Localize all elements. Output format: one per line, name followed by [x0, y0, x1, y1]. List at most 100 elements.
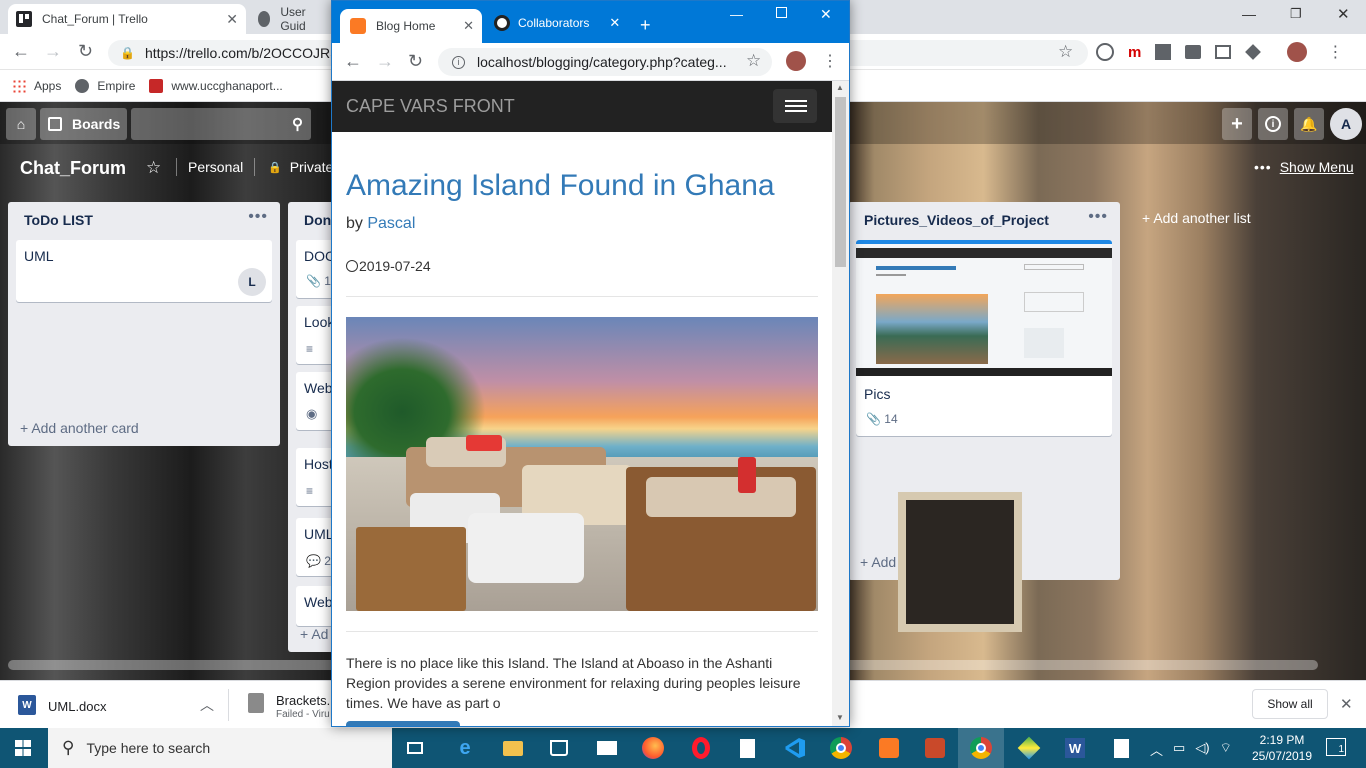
xampp-button[interactable] [866, 728, 912, 768]
post-title[interactable]: Amazing Island Found in Ghana [346, 169, 775, 203]
scroll-down-arrow-icon[interactable]: ▼ [836, 713, 844, 722]
close-tab-icon[interactable]: ✕ [609, 15, 620, 31]
reload-icon[interactable]: ↻ [78, 41, 93, 62]
comment-badge: 💬 2 [306, 554, 331, 568]
extension-icon[interactable] [1155, 44, 1172, 60]
list-menu-icon[interactable]: ••• [248, 208, 268, 226]
tab-user-guide[interactable]: User Guid [250, 4, 330, 34]
list-title[interactable]: Pictures_Videos_of_Project [864, 212, 1049, 228]
member-avatar[interactable]: L [238, 268, 266, 296]
chrome-active-button[interactable] [958, 728, 1004, 768]
battery-icon[interactable]: ▭ [1173, 740, 1185, 759]
opera-button[interactable] [678, 728, 724, 768]
file-explorer-button[interactable] [490, 728, 536, 768]
minimize-icon[interactable]: — [1242, 6, 1256, 22]
show-all-button[interactable]: Show all [1252, 689, 1328, 719]
restore-icon[interactable]: ❐ [1290, 6, 1302, 22]
info-button[interactable]: i [1258, 108, 1288, 140]
notifications-button[interactable]: 🔔 [1294, 108, 1324, 140]
cast-icon[interactable] [1185, 45, 1202, 59]
card[interactable]: Pics 📎 14 [856, 240, 1112, 436]
action-center-button[interactable]: 1 [1326, 738, 1346, 756]
chrome-button[interactable] [818, 728, 864, 768]
chevron-up-icon[interactable]: ︿ [200, 695, 214, 715]
skype-icon[interactable] [1096, 43, 1114, 61]
site-brand[interactable]: CAPE VARS FRONT [346, 96, 515, 117]
navbar-toggle-button[interactable] [773, 89, 817, 123]
back-icon[interactable]: ← [344, 51, 362, 72]
popup-address-bar[interactable]: i localhost/blogging/category.php?categ.… [438, 48, 772, 76]
reload-icon[interactable]: ↻ [408, 51, 423, 72]
add-list-button[interactable]: + Add another list [1142, 210, 1251, 226]
board-title[interactable]: Chat_Forum [20, 158, 126, 179]
star-icon[interactable]: ☆ [146, 158, 161, 178]
maximize-icon[interactable] [776, 7, 787, 18]
member-avatar[interactable]: A [1330, 108, 1362, 140]
scrollbar-thumb[interactable] [835, 97, 846, 267]
tab-trello[interactable]: Chat_Forum | Trello ✕ [8, 4, 246, 34]
minimize-icon[interactable]: — [730, 7, 743, 22]
edge-button[interactable]: e [442, 728, 488, 768]
card[interactable]: UML L [16, 240, 272, 302]
menu-kebab-icon[interactable]: ⋮ [1327, 42, 1343, 62]
show-menu-button[interactable]: ••• Show Menu [1254, 159, 1354, 175]
menu-kebab-icon[interactable]: ⋮ [822, 51, 838, 71]
vertical-scrollbar[interactable]: ▲ ▼ [832, 81, 849, 726]
list-menu-icon[interactable]: ••• [1088, 208, 1108, 226]
sublime-button[interactable] [912, 728, 958, 768]
create-button[interactable]: + [1222, 108, 1252, 140]
home-button[interactable]: ⌂ [6, 108, 36, 140]
start-button[interactable] [0, 728, 46, 768]
bookmark-apps[interactable]: Apps [12, 78, 61, 93]
tab-collaborators[interactable]: Collaborators ✕ [494, 15, 620, 31]
post-image[interactable] [346, 317, 818, 611]
clock[interactable]: 2:19 PM 25/07/2019 [1250, 732, 1314, 764]
forward-icon[interactable]: → [44, 41, 62, 62]
volume-icon[interactable]: ◁) [1195, 740, 1209, 759]
scroll-up-arrow-icon[interactable]: ▲ [836, 83, 844, 92]
vscode-button[interactable] [772, 728, 818, 768]
visibility-button[interactable]: 🔒 Private [268, 159, 333, 175]
word-button[interactable]: W [1052, 728, 1098, 768]
close-tab-icon[interactable]: ✕ [463, 18, 474, 34]
firefox-button[interactable] [630, 728, 676, 768]
author-link[interactable]: Pascal [367, 215, 415, 232]
notepad-button[interactable] [724, 728, 770, 768]
mail-button[interactable] [584, 728, 630, 768]
bookmark-star-icon[interactable]: ☆ [746, 51, 761, 71]
forward-icon[interactable]: → [376, 51, 394, 72]
list-title[interactable]: ToDo LIST [24, 212, 93, 228]
profile-avatar-icon[interactable] [1287, 42, 1308, 62]
add-card-button[interactable]: + Ad [300, 626, 328, 642]
bookmark-star-icon[interactable]: ☆ [1058, 42, 1073, 62]
download-name[interactable]: UML.docx [48, 699, 107, 714]
new-tab-icon[interactable]: + [640, 15, 651, 36]
bookmark-ucc[interactable]: www.uccghanaport... [149, 78, 283, 93]
profile-avatar-icon[interactable] [786, 51, 806, 71]
back-icon[interactable]: ← [12, 41, 30, 62]
chevron-up-icon[interactable]: ︿ [1150, 740, 1163, 759]
network-icon[interactable]: ⌔ [1220, 740, 1232, 759]
taskbar-search-box[interactable]: ⚲ Type here to search [48, 728, 392, 768]
close-tab-icon[interactable]: ✕ [226, 11, 238, 28]
close-window-icon[interactable]: ✕ [820, 6, 832, 23]
download-name[interactable]: Brackets.R [276, 693, 330, 708]
display-icon[interactable] [1215, 45, 1232, 59]
board-search-input[interactable]: ⚲ [131, 108, 311, 140]
list-title[interactable]: Don [304, 212, 331, 228]
add-card-button[interactable]: + Add another card [20, 420, 139, 436]
document-button[interactable] [1098, 728, 1144, 768]
team-button[interactable]: Personal [188, 159, 243, 175]
boards-button[interactable]: Boards [40, 108, 127, 140]
read-more-button[interactable] [346, 721, 460, 726]
close-icon[interactable]: ✕ [1340, 695, 1353, 713]
app-button[interactable] [1006, 728, 1052, 768]
cube-icon[interactable] [1245, 44, 1262, 60]
store-button[interactable] [536, 728, 582, 768]
bookmark-empire[interactable]: Empire [75, 78, 135, 93]
task-view-button[interactable] [392, 728, 438, 768]
mega-extension-icon[interactable]: m [1128, 44, 1141, 61]
close-window-icon[interactable]: ✕ [1337, 5, 1350, 23]
tab-blog-home[interactable]: Blog Home ✕ [340, 9, 482, 43]
firefox-icon [642, 737, 664, 759]
